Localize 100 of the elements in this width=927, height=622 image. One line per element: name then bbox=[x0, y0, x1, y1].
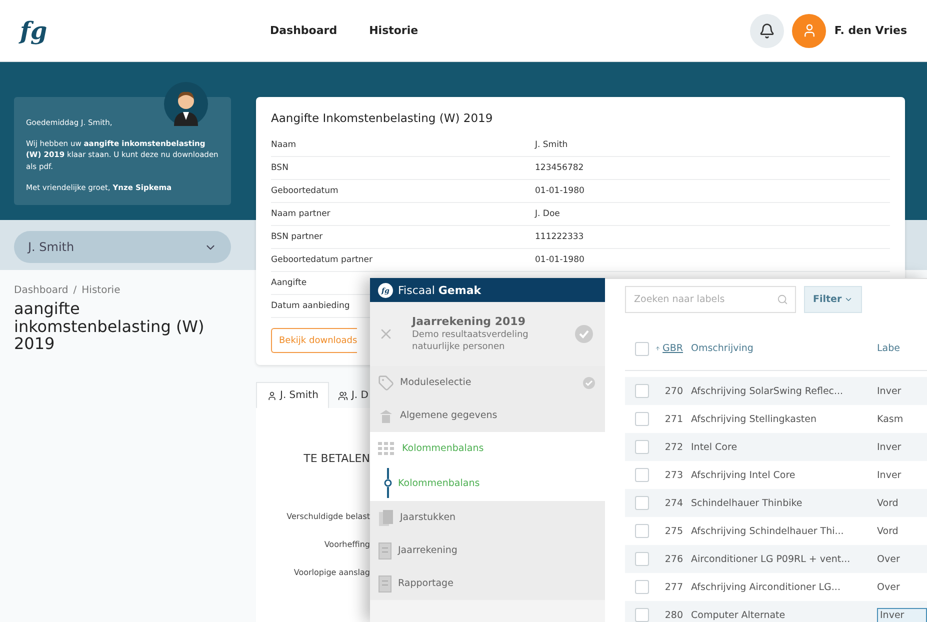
field-value: 01-01-1980 bbox=[535, 255, 586, 265]
brand-name: Fiscaal Gemak bbox=[398, 284, 482, 296]
row-checkbox[interactable] bbox=[635, 440, 649, 454]
table-cell-text: Afschrijving SolarSwing Reflec... bbox=[691, 386, 844, 396]
table-cell-text: 270 bbox=[664, 386, 684, 396]
logo[interactable]: fg bbox=[20, 16, 270, 45]
nav-item[interactable]: Kolommenbalans bbox=[370, 432, 605, 465]
step-icon bbox=[384, 468, 392, 498]
column-header[interactable]: Omschrijving bbox=[691, 343, 877, 354]
table-cell-text: 273 bbox=[664, 470, 684, 480]
user-name: F. den Vries bbox=[834, 24, 907, 37]
row-checkbox[interactable] bbox=[635, 524, 649, 538]
tag-icon bbox=[378, 374, 394, 390]
table-cell-text: Over bbox=[877, 582, 901, 592]
table-cell-text: 280 bbox=[664, 610, 684, 620]
table-cell-text: Afschrijving Stellingkasten bbox=[691, 414, 818, 424]
payment-label: Voorheffing bbox=[324, 540, 370, 549]
row-checkbox[interactable] bbox=[635, 608, 649, 622]
field-value: 123456782 bbox=[535, 163, 585, 173]
field-label: Aangifte bbox=[271, 278, 308, 288]
table-cell-text: Inver bbox=[877, 442, 902, 452]
nav-item[interactable]: Jaarrekening bbox=[370, 534, 605, 567]
person-tab[interactable]: J. Smith bbox=[256, 382, 330, 408]
table-cell-text: Vord bbox=[877, 526, 900, 536]
row-checkbox[interactable] bbox=[635, 384, 649, 398]
breadcrumb-link[interactable]: Historie bbox=[82, 285, 120, 296]
document-icon bbox=[378, 574, 392, 592]
table-cell: Inver bbox=[877, 608, 927, 622]
document-icon bbox=[378, 542, 392, 560]
grid-icon bbox=[378, 440, 396, 456]
filter-button[interactable]: Filter bbox=[804, 286, 862, 313]
page-title: aangifte inkomstenbelasting (W) 2019 bbox=[14, 300, 206, 353]
notifications-button[interactable] bbox=[750, 14, 784, 48]
breadcrumb-separator: / bbox=[73, 285, 77, 296]
users-icon bbox=[338, 390, 348, 400]
payment-label: Verschuldigde belast bbox=[286, 512, 370, 521]
field-label: Geboortedatum bbox=[271, 186, 340, 196]
nav-item[interactable]: Moduleselectie bbox=[370, 366, 605, 399]
nav-link[interactable]: Dashboard bbox=[270, 24, 338, 37]
select-all-checkbox[interactable] bbox=[635, 342, 649, 356]
table-cell-text: Inver bbox=[877, 470, 902, 480]
row-checkbox[interactable] bbox=[635, 552, 649, 566]
project-subtitle: Demo resultaatsverdeling natuurlijke personen bbox=[412, 330, 530, 354]
row-checkbox[interactable] bbox=[635, 412, 649, 426]
search-icon bbox=[777, 294, 788, 305]
table-cell-text: Afschrijving Airconditioner LG... bbox=[691, 582, 842, 592]
table-cell-text: Over bbox=[877, 554, 901, 564]
table-cell-text: Kasm bbox=[877, 414, 904, 424]
table-cell-text: Afschrijving Intel Core bbox=[691, 470, 796, 480]
field-label: Naam bbox=[271, 140, 298, 150]
breadcrumb-link[interactable]: Dashboard bbox=[14, 285, 68, 296]
field-label: BSN bbox=[271, 163, 290, 173]
project-title: Jaarrekening 2019 bbox=[412, 314, 526, 328]
advisor-avatar-icon bbox=[164, 82, 208, 126]
nav-item[interactable]: Jaarstukken bbox=[370, 501, 605, 534]
nav-item[interactable]: Algemene gegevens bbox=[370, 399, 605, 432]
table-cell-text: 274 bbox=[664, 498, 684, 508]
field-label: BSN partner bbox=[271, 232, 324, 242]
table-cell-text: Computer Alternate bbox=[691, 610, 786, 620]
table-cell-text: 272 bbox=[664, 442, 684, 452]
table-cell-text: 275 bbox=[664, 526, 684, 536]
field-value: J. Doe bbox=[535, 209, 561, 219]
table-cell-text: Inver bbox=[877, 386, 902, 396]
caret-icon bbox=[844, 295, 853, 304]
table-cell-text: 271 bbox=[664, 414, 684, 424]
table-cell-text: 277 bbox=[664, 582, 684, 592]
nav-item[interactable]: Rapportage bbox=[370, 567, 605, 600]
user-icon bbox=[802, 23, 817, 38]
person-select[interactable]: J. Smith bbox=[14, 231, 231, 263]
row-checkbox[interactable] bbox=[635, 580, 649, 594]
user-avatar-button[interactable] bbox=[792, 14, 826, 48]
table-cell-text: Airconditioner LG P09RL + vent... bbox=[691, 554, 852, 564]
nav-link[interactable]: Historie bbox=[369, 24, 418, 37]
person-tab[interactable]: J. D bbox=[329, 382, 370, 408]
field-value: J. Smith bbox=[535, 140, 569, 150]
card-title: Aangifte Inkomstenbelasting (W) 2019 bbox=[271, 111, 494, 125]
field-value: 01-01-1980 bbox=[535, 186, 586, 196]
row-checkbox[interactable] bbox=[635, 468, 649, 482]
field-label: Naam partner bbox=[271, 209, 332, 219]
table-cell-text: Vord bbox=[877, 498, 900, 508]
pages-icon bbox=[378, 508, 394, 526]
field-label: Datum aanbieding bbox=[271, 301, 351, 311]
table-cell-text: Intel Core bbox=[691, 442, 738, 452]
building-icon bbox=[378, 408, 394, 424]
field-label: Geboortedatum partner bbox=[271, 255, 374, 265]
payment-heading: TE BETALEN bbox=[304, 452, 370, 465]
row-checkbox[interactable] bbox=[635, 496, 649, 510]
column-header[interactable]: Labe bbox=[877, 343, 927, 354]
table-cell-text: Schindelhauer Thinbike bbox=[691, 498, 804, 508]
nav-item[interactable]: Kolommenbalans bbox=[370, 465, 605, 501]
table-cell-text: 276 bbox=[664, 554, 684, 564]
table-cell-text: Afschrijving Schindelhauer Thi... bbox=[691, 526, 845, 536]
downloads-button[interactable]: Bekijk downloads bbox=[271, 328, 358, 353]
column-header[interactable]: GBR bbox=[655, 343, 691, 354]
payment-label: Voorlopige aanslag bbox=[294, 568, 370, 577]
user-icon bbox=[267, 390, 277, 400]
sort-arrow-icon bbox=[655, 344, 661, 353]
search-field[interactable]: Zoeken naar labels bbox=[625, 286, 796, 313]
bell-icon bbox=[759, 22, 776, 38]
field-value: 111222333 bbox=[535, 232, 585, 242]
